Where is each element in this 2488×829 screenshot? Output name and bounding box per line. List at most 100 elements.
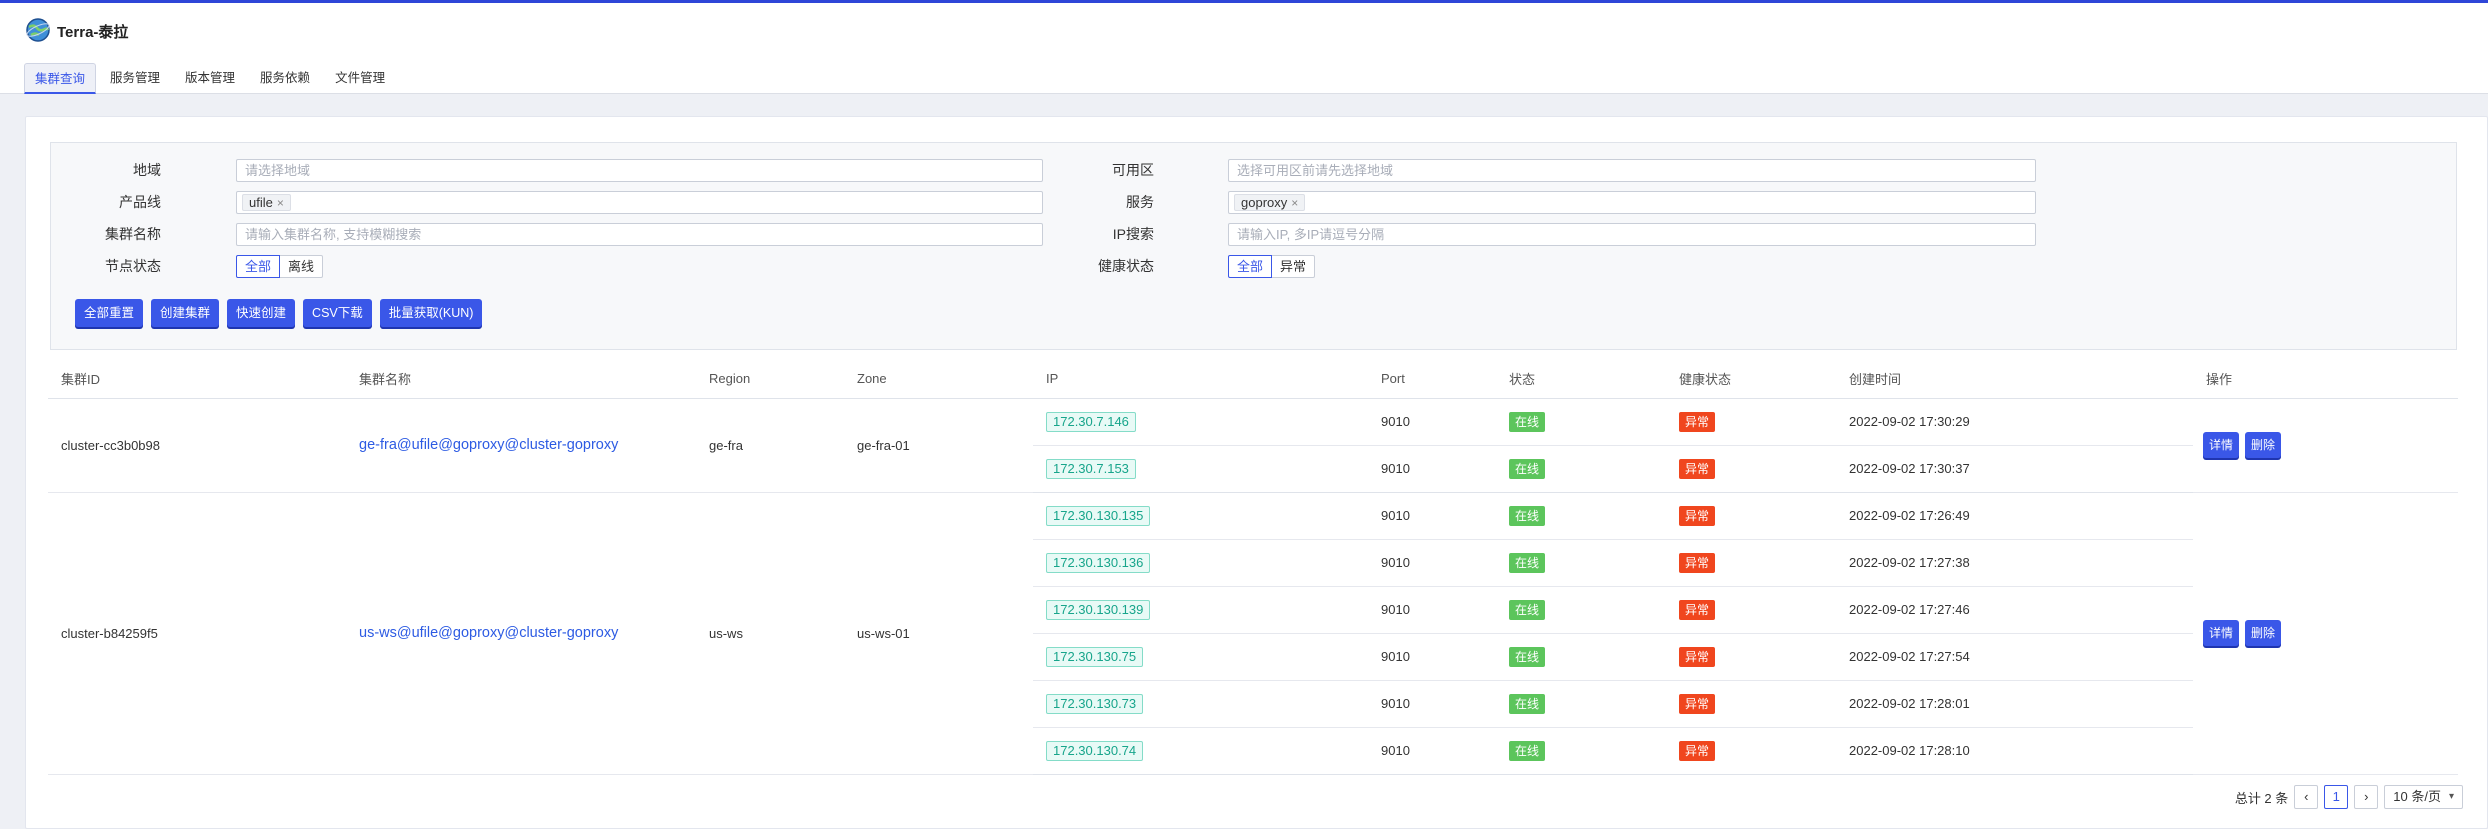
page-number-button[interactable]: 1 [2324, 785, 2349, 809]
node-status-cell: 在线 [1496, 586, 1666, 634]
node-health-cell: 异常 [1666, 539, 1836, 587]
node-health-cell: 异常 [1666, 680, 1836, 728]
node-status-cell: 在线 [1496, 680, 1666, 728]
zone-select[interactable]: 选择可用区前请先选择地域 [1228, 159, 2036, 182]
node-ip: 172.30.130.139 [1046, 599, 1151, 620]
pagination: 总计 2 条 ‹ 1 › 10 条/页 ▾ [2235, 785, 2463, 809]
node-created: 2022-09-02 17:28:01 [1836, 680, 2193, 728]
cluster-name-input[interactable]: 请输入集群名称, 支持模糊搜索 [236, 223, 1043, 246]
col-port: Port [1368, 360, 1496, 399]
node-ip: 172.30.130.75 [1046, 646, 1144, 667]
product-select[interactable]: ufile × [236, 191, 1043, 214]
page-size-select[interactable]: 10 条/页 ▾ [2384, 785, 2463, 809]
node-ip-cell: 172.30.130.73 [1033, 680, 1368, 728]
tab-version-management[interactable]: 版本管理 [174, 63, 246, 94]
health-status-all[interactable]: 全部 [1228, 255, 1273, 278]
node-ip-cell: 172.30.7.153 [1033, 445, 1368, 493]
col-health: 健康状态 [1666, 360, 1836, 399]
service-select[interactable]: goproxy × [1228, 191, 2036, 214]
tab-file-management[interactable]: 文件管理 [324, 63, 396, 94]
node-health-cell: 异常 [1666, 727, 1836, 775]
status-badge: 在线 [1509, 693, 1546, 714]
node-status-cell: 在线 [1496, 492, 1666, 540]
chevron-left-icon: ‹ [2304, 789, 2309, 804]
col-zone: Zone [844, 360, 1033, 399]
detail-button[interactable]: 详情 [2203, 432, 2240, 458]
product-tag-label: ufile [249, 195, 273, 210]
node-port: 9010 [1368, 539, 1496, 587]
node-status-all[interactable]: 全部 [236, 255, 281, 278]
reset-all-button[interactable]: 全部重置 [75, 299, 144, 327]
table-header: 集群ID 集群名称 Region Zone IP Port 状态 健康状态 创建… [48, 360, 2458, 399]
health-badge: 异常 [1679, 552, 1716, 573]
node-status-offline[interactable]: 离线 [280, 255, 324, 278]
node-created: 2022-09-02 17:30:37 [1836, 445, 2193, 493]
node-ip-cell: 172.30.130.139 [1033, 586, 1368, 634]
next-page-button[interactable]: › [2354, 785, 2379, 809]
tag-close-icon[interactable]: × [1291, 196, 1298, 210]
app-title: Terra-泰拉 [57, 24, 129, 41]
region-select[interactable]: 请选择地域 [236, 159, 1043, 182]
tab-cluster-query[interactable]: 集群查询 [24, 63, 97, 94]
col-region: Region [696, 360, 844, 399]
create-cluster-button[interactable]: 创建集群 [151, 299, 220, 327]
status-badge: 在线 [1509, 740, 1546, 761]
node-port: 9010 [1368, 727, 1496, 775]
node-health-cell: 异常 [1666, 586, 1836, 634]
health-badge: 异常 [1679, 646, 1716, 667]
zone-label: 可用区 [1112, 162, 1154, 178]
service-label: 服务 [1126, 194, 1154, 210]
node-ip-cell: 172.30.130.75 [1033, 633, 1368, 681]
tab-service-dependency[interactable]: 服务依赖 [249, 63, 321, 94]
node-status-cell: 在线 [1496, 539, 1666, 587]
delete-button[interactable]: 删除 [2245, 432, 2282, 458]
content-panel: 地域 请选择地域 可用区 选择可用区前请先选择地域 产品线 ufile × 服务 … [25, 116, 2488, 829]
cluster-id: cluster-b84259f5 [48, 492, 346, 775]
cluster-region: us-ws [696, 492, 844, 775]
prev-page-button[interactable]: ‹ [2294, 785, 2319, 809]
cluster-name-label: 集群名称 [105, 226, 161, 242]
node-health-cell: 异常 [1666, 445, 1836, 493]
globe-icon [25, 17, 51, 43]
col-status: 状态 [1496, 360, 1666, 399]
ip-search-input[interactable]: 请输入IP, 多IP请逗号分隔 [1228, 223, 2036, 246]
table-row: cluster-cc3b0b98 ge-fra@ufile@goproxy@cl… [48, 398, 2458, 493]
health-status-abnormal[interactable]: 异常 [1272, 255, 1316, 278]
status-badge: 在线 [1509, 646, 1546, 667]
row-actions: 详情 删除 [2193, 492, 2458, 775]
detail-button[interactable]: 详情 [2203, 620, 2240, 646]
col-cluster-id: 集群ID [48, 360, 346, 399]
health-badge: 异常 [1679, 693, 1716, 714]
node-created: 2022-09-02 17:26:49 [1836, 492, 2193, 540]
chevron-down-icon: ▾ [2448, 791, 2454, 802]
node-ip: 172.30.7.153 [1046, 458, 1136, 479]
health-badge: 异常 [1679, 411, 1716, 432]
node-ip: 172.30.130.73 [1046, 693, 1144, 714]
health-badge: 异常 [1679, 458, 1716, 479]
node-status-label: 节点状态 [105, 258, 161, 274]
node-port: 9010 [1368, 445, 1496, 493]
delete-button[interactable]: 删除 [2245, 620, 2282, 646]
cluster-name-link[interactable]: ge-fra@ufile@goproxy@cluster-goproxy [359, 437, 618, 453]
quick-create-button[interactable]: 快速创建 [227, 299, 296, 327]
node-health-cell: 异常 [1666, 492, 1836, 540]
status-badge: 在线 [1509, 505, 1546, 526]
product-tag: ufile × [242, 194, 291, 211]
node-status-cell: 在线 [1496, 398, 1666, 446]
csv-download-button[interactable]: CSV下载 [303, 299, 372, 327]
tag-close-icon[interactable]: × [277, 196, 284, 210]
service-tag-label: goproxy [1241, 195, 1288, 210]
cluster-name-link[interactable]: us-ws@ufile@goproxy@cluster-goproxy [359, 625, 618, 641]
total-count: 总计 2 条 [2234, 790, 2289, 806]
action-buttons: 全部重置 创建集群 快速创建 CSV下载 批量获取(KUN) [75, 299, 490, 327]
batch-fetch-button[interactable]: 批量获取(KUN) [379, 299, 483, 327]
tab-service-management[interactable]: 服务管理 [99, 63, 171, 94]
status-badge: 在线 [1509, 411, 1546, 432]
cluster-id: cluster-cc3b0b98 [48, 398, 346, 493]
node-health-cell: 异常 [1666, 398, 1836, 446]
region-label: 地域 [133, 162, 161, 178]
node-health-cell: 异常 [1666, 633, 1836, 681]
node-ip: 172.30.130.74 [1046, 740, 1144, 761]
app-header: Terra-泰拉 集群查询 服务管理 版本管理 服务依赖 文件管理 [0, 3, 2488, 94]
node-port: 9010 [1368, 492, 1496, 540]
